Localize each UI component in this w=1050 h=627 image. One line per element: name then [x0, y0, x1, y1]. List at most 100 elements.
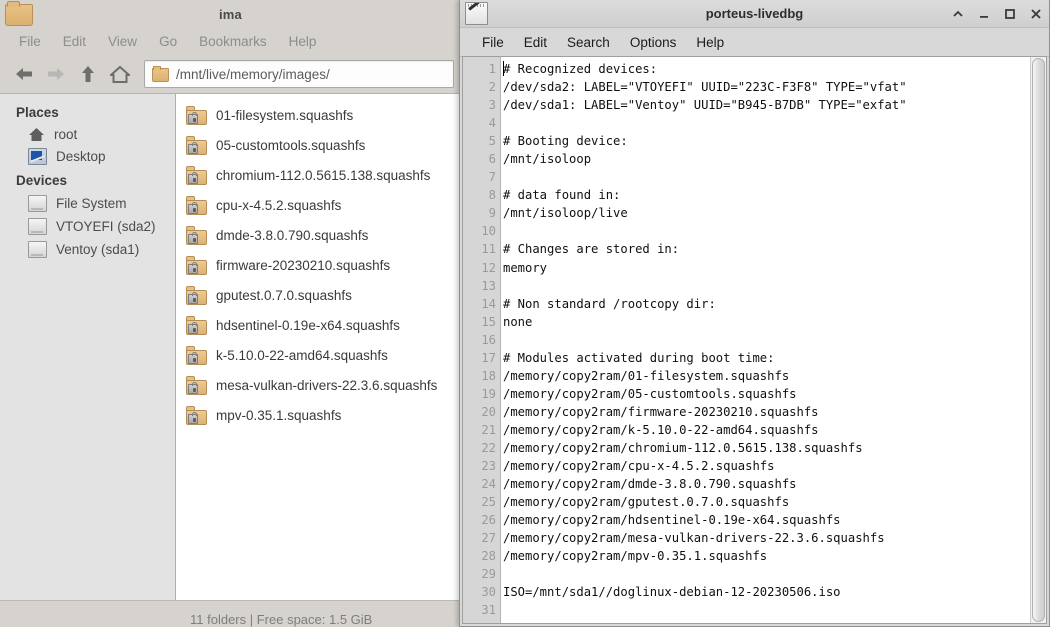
menu-item-view[interactable]: View [97, 32, 148, 51]
file-list-item[interactable]: hdsentinel-0.19e-x64.squashfs [176, 310, 461, 340]
file-name-label: cpu-x-4.5.2.squashfs [216, 197, 342, 213]
line-number: 4 [488, 116, 496, 131]
line-number: 12 [481, 260, 496, 275]
line-number: 22 [481, 440, 496, 455]
editor-scrollbar[interactable] [1030, 57, 1046, 623]
sidebar-item-label: Desktop [56, 149, 106, 164]
file-list-item[interactable]: cpu-x-4.5.2.squashfs [176, 190, 461, 220]
file-name-label: gputest.0.7.0.squashfs [216, 287, 352, 303]
code-line: # Non standard /rootcopy dir: [503, 296, 716, 311]
code-line: /dev/sda1: LABEL="Ventoy" UUID="B945-B7D… [503, 98, 907, 113]
line-number: 8 [488, 188, 496, 203]
code-content[interactable]: # Recognized devices: /dev/sda2: LABEL="V… [501, 57, 1030, 623]
maximize-button[interactable] [1003, 7, 1017, 21]
file-list-item[interactable]: mesa-vulkan-drivers-22.3.6.squashfs [176, 370, 461, 400]
forward-arrow-icon [42, 60, 70, 88]
code-line: /memory/copy2ram/05-customtools.squashfs [503, 386, 797, 401]
menu-item-options[interactable]: Options [620, 33, 687, 52]
sidebar-item-root[interactable]: root [0, 124, 175, 145]
menu-item-go[interactable]: Go [148, 32, 188, 51]
editor-titlebar: porteus-livedbg [460, 0, 1049, 28]
editor-text-area[interactable]: 1 2 3 4 5 6 7 8 9 10 11 12 13 14 15 16 17 18 19 20 21 22 23 24 2… [462, 56, 1047, 624]
line-number: 31 [481, 603, 496, 618]
back-arrow-icon[interactable] [10, 60, 38, 88]
sidebar-item-vtoyefi[interactable]: VTOYEFI (sda2) [0, 215, 175, 238]
menu-item-help[interactable]: Help [686, 33, 734, 52]
code-line: # Modules activated during boot time: [503, 350, 775, 365]
code-line: /memory/copy2ram/firmware-20230210.squas… [503, 404, 819, 419]
code-line: /memory/copy2ram/cpu-x-4.5.2.squashfs [503, 459, 775, 474]
menu-item-edit[interactable]: Edit [514, 33, 557, 52]
file-name-label: chromium-112.0.5615.138.squashfs [216, 167, 431, 183]
file-manager-titlebar: ima [0, 0, 461, 28]
file-list-item[interactable]: gputest.0.7.0.squashfs [176, 280, 461, 310]
sidebar-item-ventoy[interactable]: Ventoy (sda1) [0, 238, 175, 261]
code-line: /memory/copy2ram/k-5.10.0-22-amd64.squas… [503, 422, 819, 437]
file-list-item[interactable]: chromium-112.0.5615.138.squashfs [176, 160, 461, 190]
line-number: 2 [488, 80, 496, 95]
menu-item-search[interactable]: Search [557, 33, 620, 52]
desktop-icon [28, 148, 47, 165]
line-number: 19 [481, 386, 496, 401]
line-number: 7 [488, 170, 496, 185]
code-line: # Recognized devices: [503, 62, 658, 76]
home-icon [28, 127, 45, 142]
menu-item-file[interactable]: File [472, 33, 514, 52]
menu-item-file[interactable]: File [8, 32, 52, 51]
file-manager-window: ima File Edit View Go Bookmarks Help /mn… [0, 0, 462, 627]
code-line: /memory/copy2ram/dmde-3.8.0.790.squashfs [503, 477, 797, 492]
line-number: 24 [481, 477, 496, 492]
scrollbar-thumb[interactable] [1032, 58, 1045, 622]
sidebar-item-file-system[interactable]: File System [0, 192, 175, 215]
shade-button[interactable] [951, 7, 965, 21]
file-name-label: dmde-3.8.0.790.squashfs [216, 227, 369, 243]
menu-item-bookmarks[interactable]: Bookmarks [188, 32, 278, 51]
file-list-item[interactable]: 01-filesystem.squashfs [176, 100, 461, 130]
code-line: /mnt/isoloop [503, 152, 592, 167]
path-input[interactable]: /mnt/live/memory/images/ [144, 60, 454, 88]
line-number: 27 [481, 531, 496, 546]
file-name-label: hdsentinel-0.19e-x64.squashfs [216, 317, 400, 333]
file-list-panel[interactable]: 01-filesystem.squashfs 05-customtools.squ… [176, 93, 461, 600]
folder-locked-icon [186, 405, 208, 425]
file-list-item[interactable]: 05-customtools.squashfs [176, 130, 461, 160]
code-line: /memory/copy2ram/gputest.0.7.0.squashfs [503, 495, 790, 510]
file-manager-toolbar: /mnt/live/memory/images/ [0, 55, 461, 93]
menu-item-edit[interactable]: Edit [52, 32, 97, 51]
code-line: /memory/copy2ram/chromium-112.0.5615.138… [503, 440, 863, 455]
folder-locked-icon [186, 315, 208, 335]
path-text: /mnt/live/memory/images/ [176, 66, 330, 82]
menu-item-help[interactable]: Help [278, 32, 328, 51]
folder-locked-icon [186, 375, 208, 395]
home-icon[interactable] [106, 60, 134, 88]
file-list: 01-filesystem.squashfs 05-customtools.squ… [176, 94, 461, 430]
file-list-item[interactable]: mpv-0.35.1.squashfs [176, 400, 461, 430]
file-name-label: mpv-0.35.1.squashfs [216, 407, 342, 423]
file-list-item[interactable]: firmware-20230210.squashfs [176, 250, 461, 280]
line-number: 16 [481, 332, 496, 347]
file-manager-body: Places root Desktop Devices File System [0, 93, 461, 600]
code-line: /memory/copy2ram/mpv-0.35.1.squashfs [503, 549, 768, 564]
minimize-button[interactable] [977, 7, 991, 21]
file-list-item[interactable]: k-5.10.0-22-amd64.squashfs [176, 340, 461, 370]
file-name-label: 05-customtools.squashfs [216, 137, 366, 153]
line-number: 21 [481, 422, 496, 437]
close-button[interactable] [1029, 7, 1043, 21]
file-manager-statusbar-row: 11 folders | Free space: 1.5 GiB [0, 600, 461, 627]
file-name-label: k-5.10.0-22-amd64.squashfs [216, 347, 388, 363]
line-number: 30 [481, 585, 496, 600]
text-editor-window: porteus-livedbg File Edit Search Options… [459, 0, 1050, 627]
line-number: 9 [488, 206, 496, 221]
line-number: 29 [481, 567, 496, 582]
file-list-item[interactable]: dmde-3.8.0.790.squashfs [176, 220, 461, 250]
sidebar-item-desktop[interactable]: Desktop [0, 145, 175, 168]
code-line: memory [503, 260, 548, 275]
up-arrow-icon[interactable] [74, 60, 102, 88]
folder-locked-icon [186, 165, 208, 185]
line-number: 13 [481, 278, 496, 293]
sidebar-group-places-header: Places [16, 105, 59, 120]
